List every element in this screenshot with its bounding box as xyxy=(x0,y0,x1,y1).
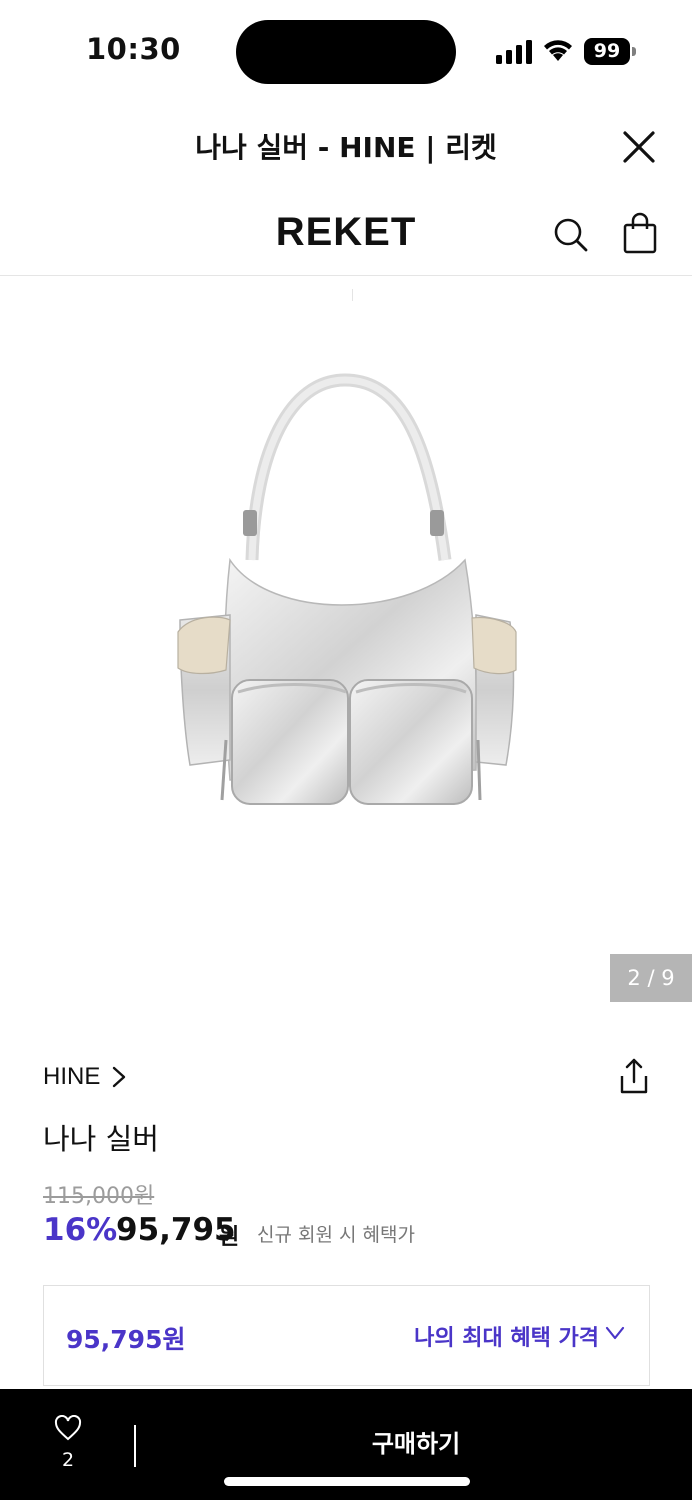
image-divider xyxy=(352,289,353,301)
wifi-icon xyxy=(544,40,572,61)
status-time: 10:30 xyxy=(86,32,181,66)
benefit-price: 95,795원 xyxy=(66,1325,186,1354)
shopping-bag-icon[interactable] xyxy=(620,212,660,254)
brand-name: HINE xyxy=(43,1063,101,1090)
discount-rate: 16% xyxy=(43,1212,118,1248)
product-image xyxy=(177,373,517,805)
original-price: 115,000원 xyxy=(43,1184,155,1209)
battery-level: 99 xyxy=(584,38,630,65)
home-indicator xyxy=(224,1477,470,1486)
sale-price: 95,795 xyxy=(116,1212,236,1248)
like-button[interactable]: 2 xyxy=(40,1413,96,1473)
bar-divider xyxy=(134,1425,136,1467)
site-header: REKET xyxy=(0,196,692,276)
gallery-pager: 2 / 9 xyxy=(610,954,692,1002)
status-bar: 10:30 99 xyxy=(0,0,692,100)
benefit-label: 나의 최대 혜택 가격 xyxy=(414,1326,599,1351)
dynamic-island xyxy=(236,20,456,84)
like-count: 2 xyxy=(61,1449,75,1471)
product-name: 나나 실버 xyxy=(43,1122,159,1156)
member-price-note: 신규 회원 시 혜택가 xyxy=(257,1224,415,1246)
heart-icon xyxy=(54,1415,82,1441)
brand-link[interactable]: HINE xyxy=(43,1063,128,1091)
chevron-down-icon xyxy=(605,1326,625,1340)
search-icon[interactable] xyxy=(550,214,590,254)
sale-price-unit: 원 xyxy=(219,1225,240,1250)
signal-icon xyxy=(496,40,532,64)
battery-cap xyxy=(632,47,636,56)
webview-title: 나나 실버 - HINE | 리켓 xyxy=(195,131,497,164)
max-benefit-dropdown[interactable]: 95,795원 나의 최대 혜택 가격 xyxy=(43,1285,650,1386)
battery-icon: 99 xyxy=(584,38,636,65)
close-icon[interactable] xyxy=(620,128,658,166)
share-icon[interactable] xyxy=(614,1056,654,1096)
chevron-right-icon xyxy=(113,1066,126,1088)
